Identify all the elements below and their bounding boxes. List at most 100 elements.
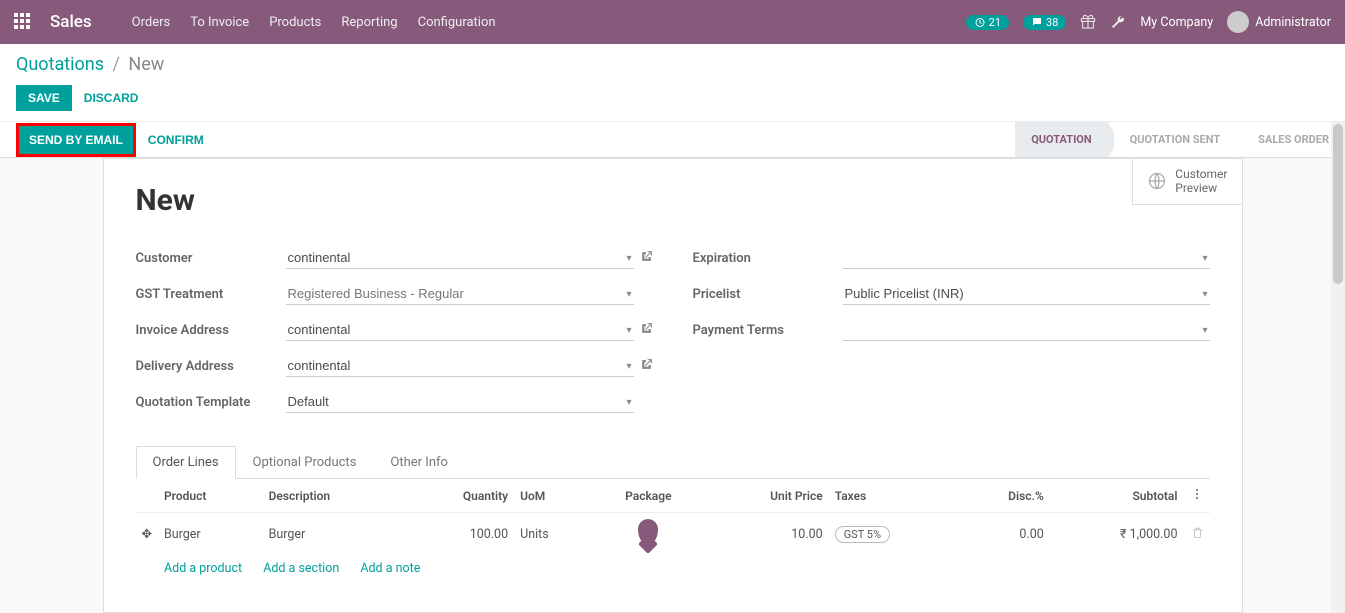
chat-count: 38 (1046, 16, 1058, 29)
order-lines-table: Product Description Quantity UoM Package… (136, 479, 1210, 582)
drag-handle-icon[interactable]: ✥ (136, 513, 158, 556)
invoice-address-field[interactable] (286, 319, 634, 341)
form-sheet-wrap: CustomerPreview New Customer ▾ (0, 158, 1345, 613)
expiration-field[interactable] (843, 247, 1210, 269)
tax-chip[interactable]: GST 5% (835, 526, 890, 543)
discard-button[interactable]: DISCARD (84, 91, 139, 105)
menu-products[interactable]: Products (269, 15, 321, 30)
timer-count: 21 (989, 16, 1001, 29)
highlight-send-email: SEND BY EMAIL (16, 123, 136, 157)
external-link-customer[interactable] (640, 250, 653, 267)
col-uom: UoM (514, 479, 592, 513)
form-sheet: CustomerPreview New Customer ▾ (103, 158, 1243, 613)
table-row[interactable]: ✥ Burger Burger 100.00 Units 10.00 GST 5… (136, 513, 1210, 556)
add-note-link[interactable]: Add a note (360, 561, 420, 576)
app-brand[interactable]: Sales (50, 12, 92, 32)
menu-to-invoice[interactable]: To Invoice (190, 15, 249, 30)
button-box: CustomerPreview (1132, 159, 1241, 205)
cell-uom[interactable]: Units (514, 513, 592, 556)
timer-badge[interactable]: 21 (966, 15, 1009, 30)
col-taxes: Taxes (829, 479, 959, 513)
customer-preview-button[interactable]: CustomerPreview (1133, 159, 1241, 204)
wrench-icon[interactable] (1110, 14, 1126, 30)
chat-icon (1031, 16, 1043, 28)
gst-treatment-field[interactable] (286, 283, 634, 305)
label-gst: GST Treatment (136, 287, 286, 302)
external-link-icon (640, 250, 653, 263)
systray: 21 38 My Company Administrator (966, 11, 1331, 33)
external-link-delivery[interactable] (640, 358, 653, 375)
cell-product[interactable]: Burger (158, 513, 263, 556)
add-product-link[interactable]: Add a product (164, 561, 242, 576)
col-package: Package (592, 479, 704, 513)
breadcrumb-root[interactable]: Quotations (16, 54, 104, 75)
external-link-icon (640, 322, 653, 335)
delivery-address-field[interactable] (286, 355, 634, 377)
statusbar: SEND BY EMAIL CONFIRM QUOTATION QUOTATIO… (0, 122, 1345, 158)
tab-other-info[interactable]: Other Info (373, 446, 465, 478)
menu-configuration[interactable]: Configuration (418, 15, 496, 30)
col-subtotal: Subtotal (1050, 479, 1184, 513)
confirm-button[interactable]: CONFIRM (148, 133, 204, 147)
globe-icon (1147, 171, 1167, 191)
col-unit-price: Unit Price (705, 479, 829, 513)
cell-unit-price[interactable]: 10.00 (705, 513, 829, 556)
user-name: Administrator (1255, 15, 1331, 30)
menu-orders[interactable]: Orders (132, 15, 171, 30)
company-name[interactable]: My Company (1140, 15, 1213, 30)
step-quotation[interactable]: QUOTATION (1015, 122, 1107, 157)
cell-package[interactable] (592, 513, 704, 556)
apps-icon[interactable] (14, 13, 32, 31)
label-customer: Customer (136, 251, 286, 266)
pricelist-field[interactable] (843, 283, 1210, 305)
customer-field[interactable] (286, 247, 634, 269)
chat-badge[interactable]: 38 (1023, 15, 1066, 30)
tab-order-lines[interactable]: Order Lines (136, 446, 236, 479)
external-link-invoice[interactable] (640, 322, 653, 339)
quotation-template-field[interactable] (286, 391, 634, 413)
trash-icon[interactable] (1191, 526, 1204, 539)
col-product: Product (158, 479, 263, 513)
cell-taxes[interactable]: GST 5% (829, 513, 959, 556)
step-sales-order[interactable]: SALES ORDER (1242, 122, 1345, 157)
gift-icon[interactable] (1080, 14, 1096, 30)
package-pin-icon[interactable] (638, 519, 658, 545)
step-quotation-sent[interactable]: QUOTATION SENT (1114, 122, 1237, 157)
label-template: Quotation Template (136, 395, 286, 410)
top-navbar: Sales Orders To Invoice Products Reporti… (0, 0, 1345, 44)
scrollbar-track[interactable] (1331, 122, 1345, 613)
avatar-icon (1227, 11, 1249, 33)
add-section-link[interactable]: Add a section (263, 561, 339, 576)
status-steps: QUOTATION QUOTATION SENT SALES ORDER (1015, 122, 1345, 157)
external-link-icon (640, 358, 653, 371)
record-title: New (136, 183, 1210, 218)
add-links-row: Add a product Add a section Add a note (158, 555, 1210, 582)
label-pricelist: Pricelist (693, 287, 843, 302)
breadcrumb: Quotations / New (16, 54, 1329, 75)
tab-optional-products[interactable]: Optional Products (236, 446, 374, 478)
save-button[interactable]: SAVE (16, 85, 72, 111)
col-disc: Disc.% (958, 479, 1050, 513)
user-menu[interactable]: Administrator (1227, 11, 1331, 33)
sheet-tabs: Order Lines Optional Products Other Info (136, 446, 1210, 479)
main-menu: Orders To Invoice Products Reporting Con… (132, 15, 496, 30)
label-payment-terms: Payment Terms (693, 323, 843, 338)
cell-qty[interactable]: 100.00 (404, 513, 514, 556)
form-left-col: Customer ▾ GST Treatment ▾ (136, 244, 653, 424)
col-description: Description (263, 479, 404, 513)
cell-disc[interactable]: 0.00 (958, 513, 1050, 556)
col-quantity: Quantity (404, 479, 514, 513)
breadcrumb-current: New (128, 54, 164, 75)
customer-preview-label: CustomerPreview (1175, 167, 1227, 196)
timer-icon (974, 16, 986, 28)
cell-description[interactable]: Burger (263, 513, 404, 556)
label-invoice-addr: Invoice Address (136, 323, 286, 338)
label-expiration: Expiration (693, 251, 843, 266)
kebab-icon[interactable] (1190, 487, 1204, 501)
control-panel: Quotations / New SAVE DISCARD (0, 44, 1345, 122)
label-delivery-addr: Delivery Address (136, 359, 286, 374)
send-by-email-button[interactable]: SEND BY EMAIL (19, 126, 133, 154)
menu-reporting[interactable]: Reporting (341, 15, 397, 30)
payment-terms-field[interactable] (843, 319, 1210, 341)
scrollbar-thumb[interactable] (1333, 124, 1343, 284)
